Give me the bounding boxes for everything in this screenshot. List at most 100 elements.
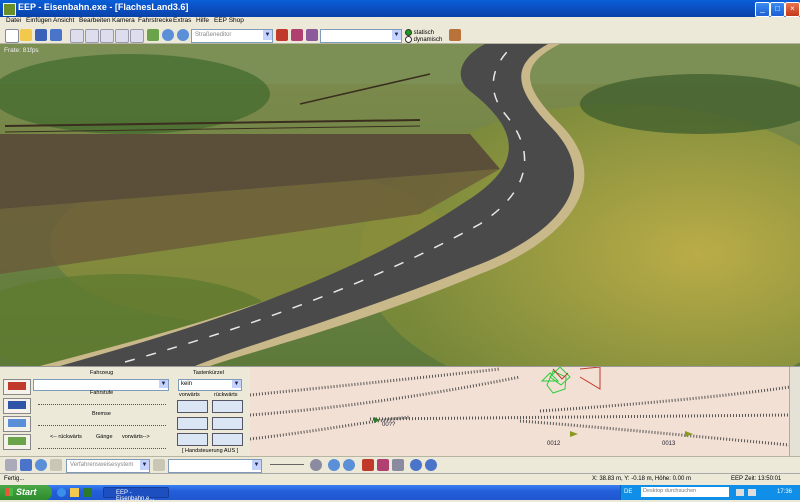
height-slider[interactable]	[270, 464, 304, 465]
app-icon[interactable]	[3, 3, 16, 16]
move-icon[interactable]	[153, 459, 165, 471]
close-button[interactable]: ×	[785, 2, 800, 17]
fahrstufe-slider[interactable]	[38, 398, 166, 405]
status-eep-time: EEP Zeit: 13:50:01	[731, 476, 782, 482]
vehicle-button-car[interactable]	[3, 416, 31, 432]
title-bar: EEP - Eisenbahn.exe - [FlachesLand3.6] _…	[0, 0, 800, 17]
object-icon[interactable]	[392, 459, 404, 471]
zoom-in-icon-2[interactable]	[328, 459, 340, 471]
track-plan[interactable]: 00?? 0012 0013	[250, 366, 800, 456]
shortcut-select[interactable]: kein ▼	[178, 379, 242, 391]
menu-eep-shop[interactable]: EEP Shop	[214, 17, 244, 24]
menu-einfuegen[interactable]: Einfügen	[26, 17, 52, 24]
editor-select[interactable]: Straßeneditor ▼	[191, 29, 273, 43]
vehicle-button-loco[interactable]	[3, 398, 31, 414]
menu-hilfe[interactable]: Hilfe	[196, 17, 209, 24]
vehicle-button-other[interactable]	[3, 434, 31, 450]
copy-icon[interactable]	[85, 29, 99, 43]
windows-logo-icon	[5, 488, 13, 496]
signal-icon-2[interactable]	[377, 459, 389, 471]
lightbulb-icon[interactable]	[35, 459, 47, 471]
vehicle-button-train[interactable]	[3, 379, 31, 395]
status-coordinates: X: 38.83 m, Y: -0.18 m, Höhe: 0.00 m	[592, 476, 691, 482]
text-icon[interactable]	[20, 459, 32, 471]
menu-extras[interactable]: Extras	[173, 17, 191, 24]
volume-icon[interactable]	[748, 489, 756, 496]
goods-icon[interactable]	[306, 29, 318, 41]
menu-bar: Datei Einfügen Ansicht Bearbeiten Kamera…	[0, 17, 800, 27]
tools-icon[interactable]	[449, 29, 461, 41]
menu-bearbeiten[interactable]: Bearbeiten	[79, 17, 110, 24]
3d-view[interactable]	[0, 44, 800, 366]
clock: 17:36	[777, 489, 793, 495]
minimize-button[interactable]: _	[755, 2, 770, 17]
vorwaerts-arrow-label: vorwärts-->	[122, 434, 150, 440]
bottom-toolbar: Verfahrensweisesystem ▼ ▼	[0, 456, 800, 473]
zoom-out-icon-2[interactable]	[343, 459, 355, 471]
vorwaerts-label: vorwärts	[179, 392, 200, 398]
camera-icon[interactable]	[310, 459, 322, 471]
save-icon[interactable]	[35, 29, 47, 41]
radio-statisch[interactable]: statisch	[405, 29, 442, 36]
grid-icon[interactable]	[5, 459, 17, 471]
track-label-1: 0012	[547, 441, 561, 447]
ie-icon[interactable]	[57, 488, 66, 497]
desktop-search-input[interactable]: Desktop durchsuchen	[641, 487, 729, 497]
chevron-down-icon[interactable]: ▼	[252, 460, 261, 470]
new-file-icon[interactable]	[5, 29, 19, 43]
maximize-button[interactable]: □	[770, 2, 785, 17]
landscape-icon[interactable]	[147, 29, 159, 41]
coupling-rear-button[interactable]	[212, 417, 243, 430]
fps-counter: Frate: 81fps	[4, 47, 39, 54]
save-as-icon[interactable]	[50, 29, 62, 41]
redo-icon[interactable]	[425, 459, 437, 471]
rueckwaerts-label: rückwärts	[214, 392, 238, 398]
verfahren-select[interactable]: Verfahrensweisesystem ▼	[66, 459, 150, 473]
signal-icon[interactable]	[291, 29, 303, 41]
contact-icon[interactable]	[50, 459, 62, 471]
mode-radio-group: statisch dynamisch	[405, 29, 442, 43]
chevron-down-icon[interactable]: ▼	[232, 380, 241, 388]
paste-icon[interactable]	[100, 29, 114, 43]
window-title: EEP - Eisenbahn.exe - [FlachesLand3.6]	[18, 2, 189, 12]
menu-kamera[interactable]: Kamera	[112, 17, 135, 24]
forward-button[interactable]	[177, 400, 208, 413]
radio-dynamisch[interactable]: dynamisch	[405, 36, 442, 43]
start-button[interactable]: Start	[0, 485, 52, 500]
layer-select[interactable]: ▼	[168, 459, 262, 473]
menu-fahrstrecke[interactable]: Fahrstrecke	[138, 17, 172, 24]
language-indicator[interactable]: DE	[624, 489, 632, 495]
zoom-in-icon[interactable]	[162, 29, 174, 41]
undo-icon[interactable]	[410, 459, 422, 471]
train-icon[interactable]	[276, 29, 288, 41]
menu-ansicht[interactable]: Ansicht	[53, 17, 74, 24]
clone-icon[interactable]	[115, 29, 129, 43]
sound-button[interactable]	[177, 433, 208, 446]
open-folder-icon[interactable]	[20, 29, 32, 41]
cut-icon[interactable]	[70, 29, 84, 43]
coupling-front-button[interactable]	[177, 417, 208, 430]
network-icon[interactable]	[736, 489, 744, 496]
chevron-down-icon[interactable]: ▼	[263, 30, 272, 40]
train-icon-2[interactable]	[362, 459, 374, 471]
menu-datei[interactable]: Datei	[6, 17, 21, 24]
delete-icon[interactable]	[130, 29, 144, 43]
fahrzeug-label: Fahrzeug	[90, 370, 114, 376]
explorer-icon[interactable]	[70, 488, 79, 497]
gaenge-label: Gänge	[96, 434, 113, 440]
object-select[interactable]: ▼	[320, 29, 402, 43]
track-plan-scrollbar[interactable]	[789, 367, 800, 456]
backward-button[interactable]	[212, 400, 243, 413]
gaenge-slider[interactable]	[38, 442, 166, 449]
chevron-down-icon[interactable]: ▼	[159, 380, 168, 388]
main-toolbar: Straßeneditor ▼ ▼ statisch dynamisch	[0, 27, 800, 44]
taskbar-item-eep[interactable]: EEP - Eisenbahn.e...	[103, 487, 169, 502]
light-button[interactable]	[212, 433, 243, 446]
media-icon[interactable]	[83, 488, 92, 497]
handsteuerung-label: [ Handsteuerung AUS ]	[182, 448, 239, 454]
chevron-down-icon[interactable]: ▼	[392, 30, 401, 40]
chevron-down-icon[interactable]: ▼	[140, 460, 149, 470]
bremse-slider[interactable]	[38, 419, 166, 426]
zoom-out-icon[interactable]	[177, 29, 189, 41]
track-plan-canvas: 00?? 0012 0013	[250, 367, 791, 447]
